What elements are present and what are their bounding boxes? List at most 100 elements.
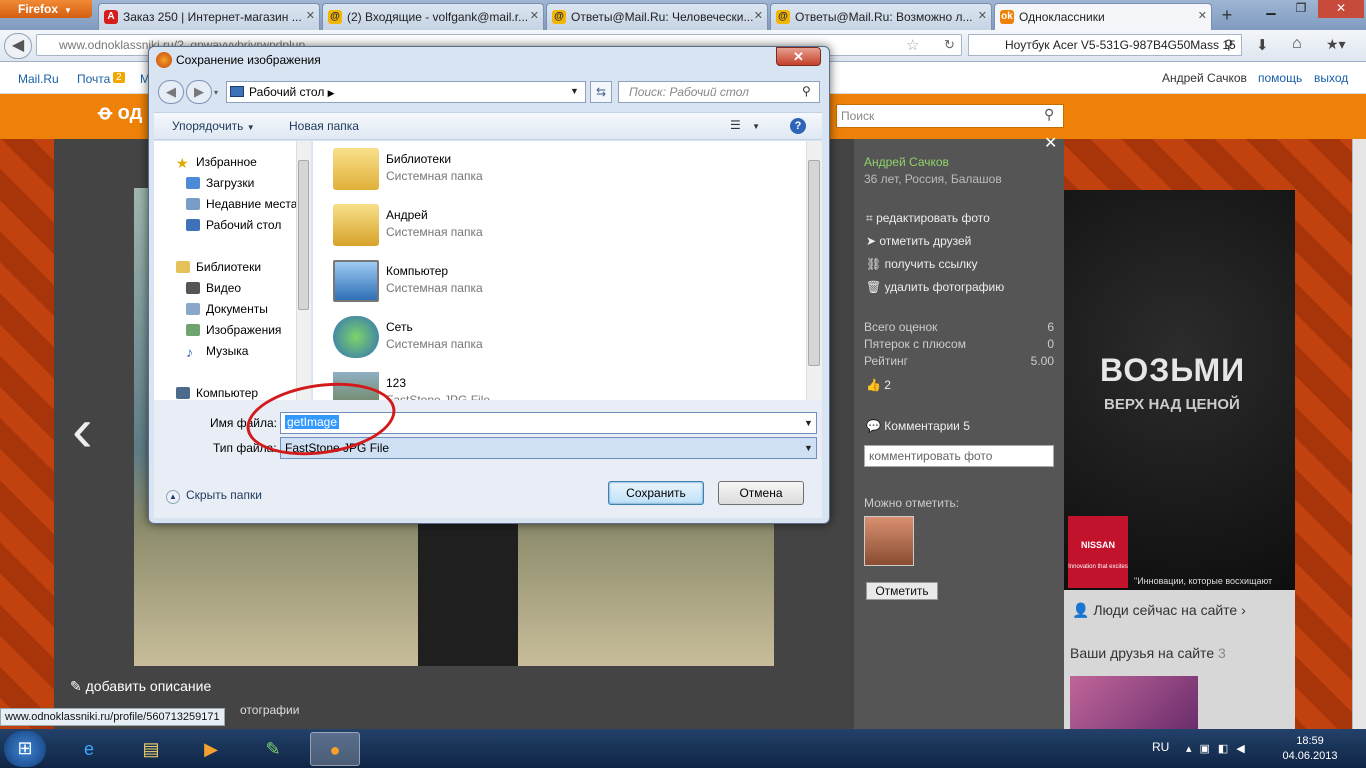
comments-link[interactable]: 💬 Комментарии 5 (866, 419, 970, 433)
likes-count[interactable]: 👍 2 (866, 378, 891, 392)
cancel-button[interactable]: Отмена (718, 481, 804, 505)
reload-icon[interactable]: ↻ (944, 37, 955, 53)
app-icon[interactable]: ✎ (248, 732, 298, 766)
close-tab-icon[interactable]: ✕ (754, 9, 763, 22)
get-link-action[interactable]: ⛓ получить ссылку (866, 257, 978, 271)
dialog-title: Сохранение изображения (176, 53, 321, 67)
nav-music[interactable]: ♪ Музыка (186, 344, 248, 360)
chevron-down-icon: ▼ (246, 123, 255, 132)
nav-computer[interactable]: Компьютер (176, 386, 258, 400)
new-tab-button[interactable]: + (1214, 4, 1240, 28)
file-name: Андрей (386, 208, 428, 222)
avatar[interactable] (864, 516, 914, 566)
dialog-close-button[interactable]: ✕ (776, 47, 821, 66)
nav-downloads[interactable]: Загрузки (186, 176, 254, 190)
owner-name-link[interactable]: Андрей Сачков (864, 155, 949, 169)
close-tab-icon[interactable]: ✕ (530, 9, 539, 22)
file-list-scroll-thumb[interactable] (808, 160, 820, 366)
people-online-link[interactable]: 👤 Люди сейчас на сайте › (1072, 602, 1246, 619)
nav-desktop[interactable]: Рабочий стол (186, 218, 281, 232)
save-button[interactable]: Сохранить (608, 481, 704, 505)
refresh-icon[interactable]: ⇆ (590, 81, 612, 103)
ok-search-input[interactable]: Поиск (836, 104, 1064, 128)
nav-label: Недавние места (206, 197, 298, 211)
new-folder-button[interactable]: Новая папка (289, 119, 359, 133)
browser-tab[interactable]: @ Ответы@Mail.Ru: Возможно л... ✕ (770, 3, 992, 30)
comment-input[interactable]: комментировать фото (864, 445, 1054, 467)
edit-photo-action[interactable]: ⌗ редактировать фото (866, 211, 990, 226)
dialog-search-input[interactable]: Поиск: Рабочий стол (618, 81, 820, 103)
previous-photo-arrow[interactable]: ‹ (72, 395, 93, 466)
nav-pane-scroll-thumb[interactable] (298, 160, 309, 310)
nav-label: Избранное (196, 155, 257, 169)
system-tray-icons[interactable]: ▴▣◧◀ (1186, 742, 1253, 755)
delete-photo-action[interactable]: 🗑 удалить фотографию (866, 280, 1004, 294)
page-scrollbar[interactable] (1352, 139, 1366, 729)
search-icon[interactable]: ⚲ (1044, 106, 1054, 123)
browser-tab[interactable]: @ Ответы@Mail.Ru: Человечески... ✕ (546, 3, 768, 30)
ok-logo-text: од (117, 102, 143, 124)
nav-pictures[interactable]: Изображения (186, 323, 281, 337)
browser-tab-active[interactable]: ok Одноклассники ✕ (994, 3, 1212, 30)
hide-folders-button[interactable]: ▲ Скрыть папки (166, 488, 262, 504)
add-description-label: добавить описание (85, 678, 212, 694)
dialog-address-bar[interactable]: Рабочий стол ▶ (226, 81, 586, 103)
explorer-folder-icon[interactable]: ▤ (126, 732, 176, 766)
firefox-menu-button[interactable]: Firefox ▼ (0, 0, 92, 18)
minimize-button[interactable]: ▁ (1256, 0, 1286, 18)
browser-tab[interactable]: A Заказ 250 | Интернет-магазин ... ✕ (98, 3, 320, 30)
nav-video[interactable]: Видео (186, 281, 241, 295)
recent-locations-icon[interactable]: ▾ (214, 88, 218, 97)
home-icon[interactable]: ⌂ (1292, 35, 1302, 53)
chevron-down-icon[interactable]: ▼ (804, 418, 813, 428)
bookmarks-menu-icon[interactable]: ★▾ (1326, 36, 1346, 53)
close-viewer-icon[interactable]: ✕ (1044, 133, 1057, 153)
person-icon: 👤 (1072, 602, 1094, 618)
organize-button[interactable]: Упорядочить ▼ (172, 119, 255, 133)
libraries-folder-icon (333, 148, 379, 190)
change-view-button[interactable]: ☰ ▼ (730, 118, 760, 132)
mark-friends-action[interactable]: ➤ отметить друзей (866, 234, 971, 248)
mail-link[interactable]: Почта (77, 72, 110, 86)
internet-explorer-icon[interactable]: e (64, 732, 114, 766)
dialog-back-button[interactable]: ◀ (158, 80, 184, 104)
nav-documents[interactable]: Документы (186, 302, 268, 316)
clock[interactable]: 18:59 04.06.2013 (1282, 734, 1338, 764)
user-name[interactable]: Андрей Сачков (1162, 71, 1247, 85)
people-online-label: Люди сейчас на сайте › (1093, 602, 1246, 618)
help-icon[interactable]: ? (790, 118, 806, 134)
help-link[interactable]: помощь (1258, 71, 1302, 85)
search-bar[interactable]: Ноутбук Acer V5-531G-987B4G50Mass 15 (968, 34, 1242, 56)
search-icon[interactable]: ⚲ (1224, 37, 1234, 53)
mailru-link[interactable]: Mail.Ru (18, 72, 59, 86)
firefox-taskbar-icon[interactable]: ● (310, 732, 360, 766)
bookmark-star-icon[interactable]: ☆ (906, 36, 919, 54)
add-description-link[interactable]: ✎ добавить описание (70, 678, 211, 695)
mark-button[interactable]: Отметить (866, 582, 938, 600)
close-tab-icon[interactable]: ✕ (306, 9, 315, 22)
dialog-forward-button[interactable]: ▶ (186, 80, 212, 104)
search-icon[interactable]: ⚲ (802, 84, 811, 98)
nav-label: Изображения (206, 323, 282, 337)
nav-favorites[interactable]: ★ Избранное (176, 155, 257, 171)
brand-tagline: Innovation that excites (1068, 564, 1128, 570)
file-item[interactable]: 123 FastStone JPG File (333, 372, 773, 400)
nav-libraries[interactable]: Библиотеки (176, 260, 261, 274)
close-tab-icon[interactable]: ✕ (1198, 9, 1207, 22)
language-indicator[interactable]: RU (1152, 740, 1169, 754)
close-window-button[interactable]: ✕ (1318, 0, 1364, 18)
start-button[interactable]: ⊞ (4, 731, 46, 767)
ok-logo[interactable]: ꝋ од (98, 100, 142, 125)
nav-recent-places[interactable]: Недавние места (186, 197, 297, 211)
logout-link[interactable]: выход (1314, 71, 1348, 85)
back-button[interactable]: ◀ (4, 33, 32, 59)
downloads-icon[interactable]: ⬇ (1256, 36, 1269, 54)
chevron-down-icon[interactable]: ▼ (804, 443, 813, 453)
browser-tab[interactable]: @ (2) Входящие - volfgank@mail.r... ✕ (322, 3, 544, 30)
chevron-down-icon[interactable]: ▼ (570, 86, 579, 96)
maximize-button[interactable]: ❐ (1286, 0, 1316, 18)
viewer-partial-text: отографии (240, 703, 300, 717)
media-player-icon[interactable]: ▶ (186, 732, 236, 766)
friend-thumbnail[interactable] (1070, 676, 1198, 729)
close-tab-icon[interactable]: ✕ (978, 9, 987, 22)
